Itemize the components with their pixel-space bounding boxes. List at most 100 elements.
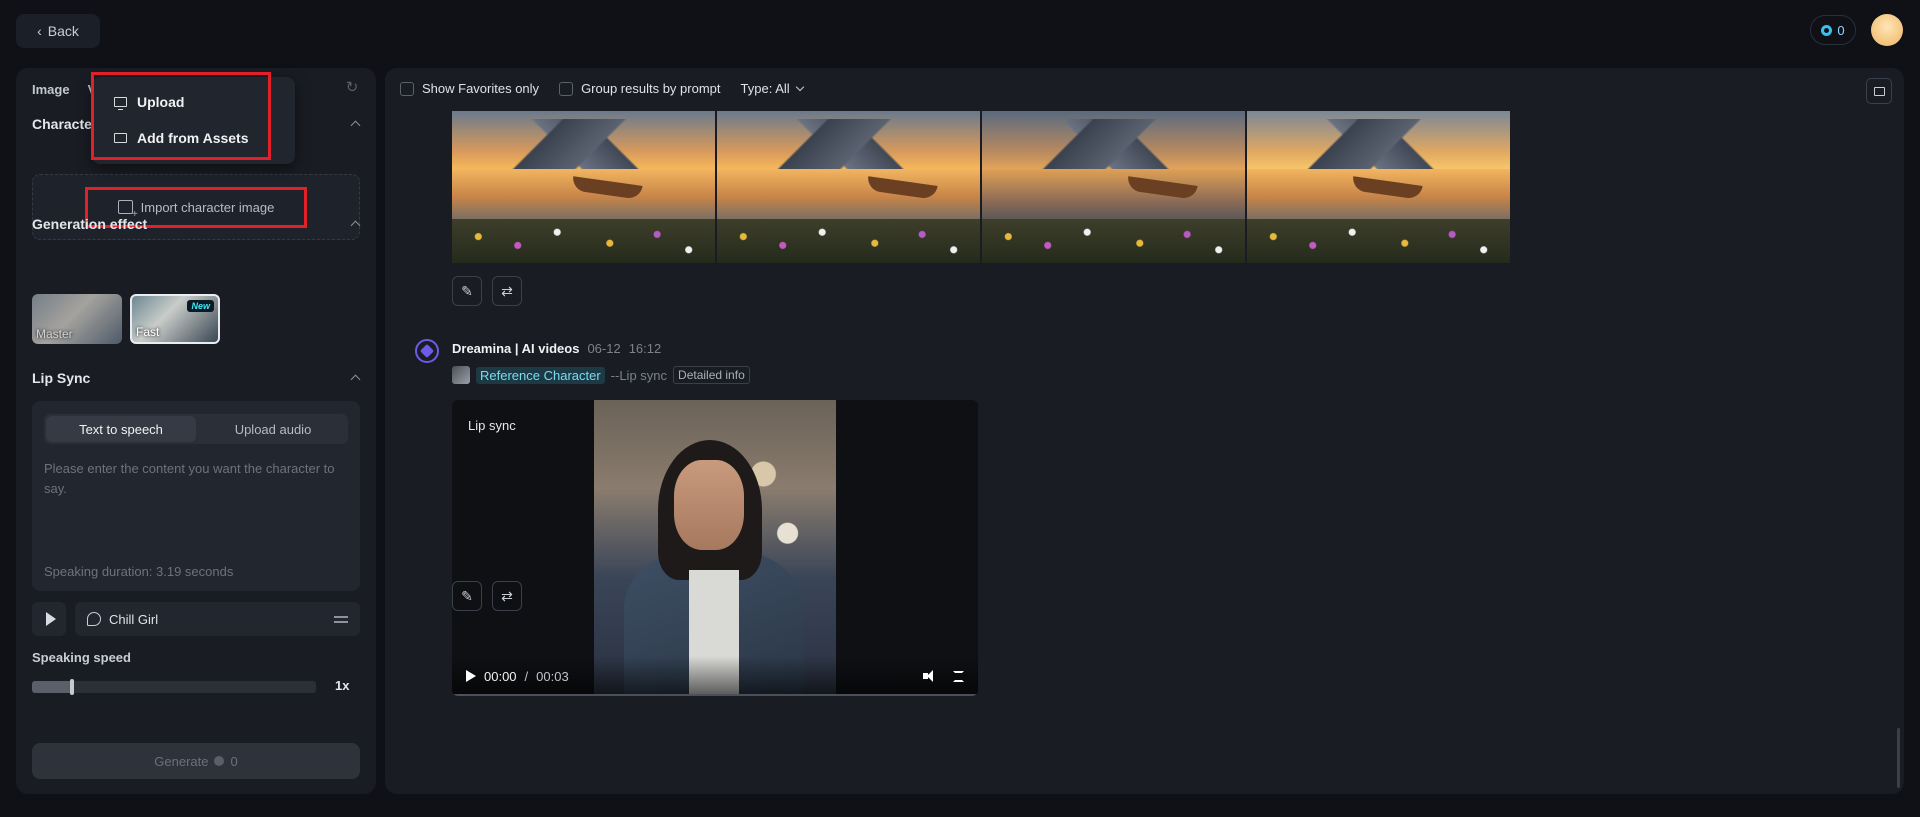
monitor-icon bbox=[114, 97, 127, 110]
credit-icon bbox=[1821, 24, 1833, 36]
edit-icon[interactable]: ✎ bbox=[452, 581, 482, 611]
checkbox[interactable] bbox=[559, 81, 574, 96]
dreamina-logo-icon bbox=[415, 339, 439, 363]
checkbox[interactable] bbox=[400, 81, 414, 96]
voice-icon bbox=[87, 612, 101, 626]
credit-icon bbox=[214, 756, 225, 766]
detailed-info-button[interactable]: Detailed info bbox=[673, 366, 750, 384]
video-time-separator: / bbox=[524, 668, 529, 684]
video-current-time: 00:00 bbox=[484, 668, 517, 684]
play-icon[interactable] bbox=[466, 670, 476, 682]
scrollbar-thumb[interactable] bbox=[1897, 728, 1900, 788]
play-icon bbox=[45, 612, 56, 626]
voice-preview-button[interactable] bbox=[32, 602, 66, 636]
group-label: Group results by prompt bbox=[581, 81, 721, 96]
back-button[interactable]: ‹ Back bbox=[16, 14, 100, 48]
favorites-label: Show Favorites only bbox=[422, 81, 540, 96]
voice-name: Chill Girl bbox=[109, 611, 159, 627]
chevron-up-icon[interactable] bbox=[350, 219, 360, 229]
mode-upload-audio[interactable]: Upload audio bbox=[198, 414, 348, 444]
filter-bar: Show Favorites only Group results by pro… bbox=[400, 81, 804, 96]
video-duration: 00:03 bbox=[536, 668, 569, 684]
type-label: Type: All bbox=[740, 81, 790, 96]
generation-effect-options: Master New Fast bbox=[32, 294, 220, 344]
speed-slider-fill bbox=[32, 681, 72, 693]
image-add-icon bbox=[117, 200, 138, 220]
reference-thumbnail[interactable] bbox=[452, 366, 470, 384]
lip-sync-title: Lip Sync bbox=[32, 370, 91, 386]
chevron-up-icon[interactable] bbox=[350, 119, 360, 129]
voice-selector[interactable]: Chill Girl bbox=[75, 602, 360, 636]
effect-option-fast[interactable]: New Fast bbox=[130, 294, 220, 344]
assets-folder-button[interactable] bbox=[1866, 78, 1892, 104]
result-image[interactable] bbox=[717, 111, 980, 263]
credits-count: 0 bbox=[1837, 22, 1845, 38]
message-time: 16:12 bbox=[628, 341, 662, 356]
back-label: Back bbox=[47, 23, 79, 39]
video-progress-bar[interactable] bbox=[452, 694, 978, 696]
result-image[interactable] bbox=[452, 111, 715, 263]
user-avatar[interactable] bbox=[1871, 14, 1903, 46]
speaking-speed-value: 1x bbox=[335, 678, 350, 693]
result-image[interactable] bbox=[982, 111, 1245, 263]
video-frame bbox=[594, 400, 836, 696]
favorites-filter[interactable]: Show Favorites only bbox=[400, 81, 539, 96]
image-results-row bbox=[452, 111, 1510, 263]
menu-item-label: Upload bbox=[137, 94, 185, 110]
character-section-title: Character bbox=[32, 116, 98, 132]
sender-name: Dreamina | AI videos bbox=[452, 341, 580, 356]
chevron-left-icon: ‹ bbox=[37, 23, 42, 39]
left-panel: Image V ↻ Character Import character ima… bbox=[16, 68, 376, 794]
effect-option-master[interactable]: Master bbox=[32, 294, 122, 344]
video-controls: 00:00 / 00:03 bbox=[452, 656, 978, 696]
folder-icon bbox=[114, 133, 127, 143]
menu-item-label: Add from Assets bbox=[137, 130, 249, 146]
regenerate-icon[interactable]: ⇄ bbox=[492, 581, 522, 611]
video-title: Lip sync bbox=[468, 418, 516, 433]
message-date: 06-12 bbox=[587, 341, 621, 356]
refresh-icon[interactable]: ↻ bbox=[344, 80, 360, 96]
new-badge: New bbox=[187, 300, 214, 312]
edit-icon[interactable]: ✎ bbox=[452, 276, 482, 306]
video-actions: ✎ ⇄ bbox=[452, 581, 522, 611]
effect-label: Fast bbox=[136, 325, 160, 339]
tab-image[interactable]: Image bbox=[32, 82, 70, 97]
group-filter[interactable]: Group results by prompt bbox=[559, 81, 721, 96]
regenerate-icon[interactable]: ⇄ bbox=[492, 276, 522, 306]
type-dropdown[interactable]: Type: All bbox=[741, 81, 804, 96]
generation-mode: --Lip sync bbox=[610, 367, 668, 383]
import-dropdown-menu: Upload Add from Assets bbox=[92, 77, 295, 164]
speed-slider-thumb[interactable] bbox=[69, 679, 74, 695]
menu-item-add-from-assets[interactable]: Add from Assets bbox=[114, 130, 249, 146]
speaking-duration: Speaking duration: 3.19 seconds bbox=[44, 564, 234, 579]
speech-text-input[interactable]: Please enter the content you want the ch… bbox=[44, 459, 348, 499]
effect-label: Master bbox=[36, 327, 73, 341]
mode-text-to-speech[interactable]: Text to speech bbox=[46, 416, 196, 442]
generate-cost: 0 bbox=[230, 753, 238, 769]
generation-effect-header[interactable]: Generation effect bbox=[32, 216, 360, 232]
speaking-speed-slider[interactable] bbox=[32, 679, 316, 695]
lip-sync-box: Text to speech Upload audio Please enter… bbox=[32, 401, 360, 591]
generate-label: Generate bbox=[154, 753, 209, 769]
lip-sync-header[interactable]: Lip Sync bbox=[32, 370, 360, 386]
chevron-down-icon bbox=[796, 85, 804, 93]
import-character-label: Import character image bbox=[140, 199, 275, 215]
settings-sliders-icon[interactable] bbox=[334, 613, 348, 625]
menu-item-upload[interactable]: Upload bbox=[114, 94, 184, 110]
volume-icon[interactable] bbox=[923, 670, 935, 682]
folder-icon bbox=[1873, 86, 1885, 96]
results-panel: Show Favorites only Group results by pro… bbox=[385, 68, 1904, 794]
image-actions: ✎ ⇄ bbox=[452, 276, 522, 306]
reference-character-chip[interactable]: Reference Character bbox=[476, 366, 605, 384]
result-image[interactable] bbox=[1247, 111, 1510, 263]
speaking-speed-label: Speaking speed bbox=[32, 650, 131, 665]
generate-button[interactable]: Generate 0 bbox=[32, 743, 360, 779]
reference-row: Reference Character --Lip sync Detailed … bbox=[452, 366, 750, 384]
fullscreen-icon[interactable] bbox=[953, 670, 964, 682]
generation-effect-title: Generation effect bbox=[32, 216, 148, 232]
message-header: Dreamina | AI videos 06-12 16:12 bbox=[452, 341, 661, 356]
lip-sync-mode-toggle: Text to speech Upload audio bbox=[44, 414, 348, 444]
credits-badge[interactable]: 0 bbox=[1810, 15, 1856, 45]
chevron-up-icon[interactable] bbox=[350, 373, 360, 383]
video-player[interactable]: Lip sync 00:00 / 00:03 bbox=[452, 400, 978, 696]
